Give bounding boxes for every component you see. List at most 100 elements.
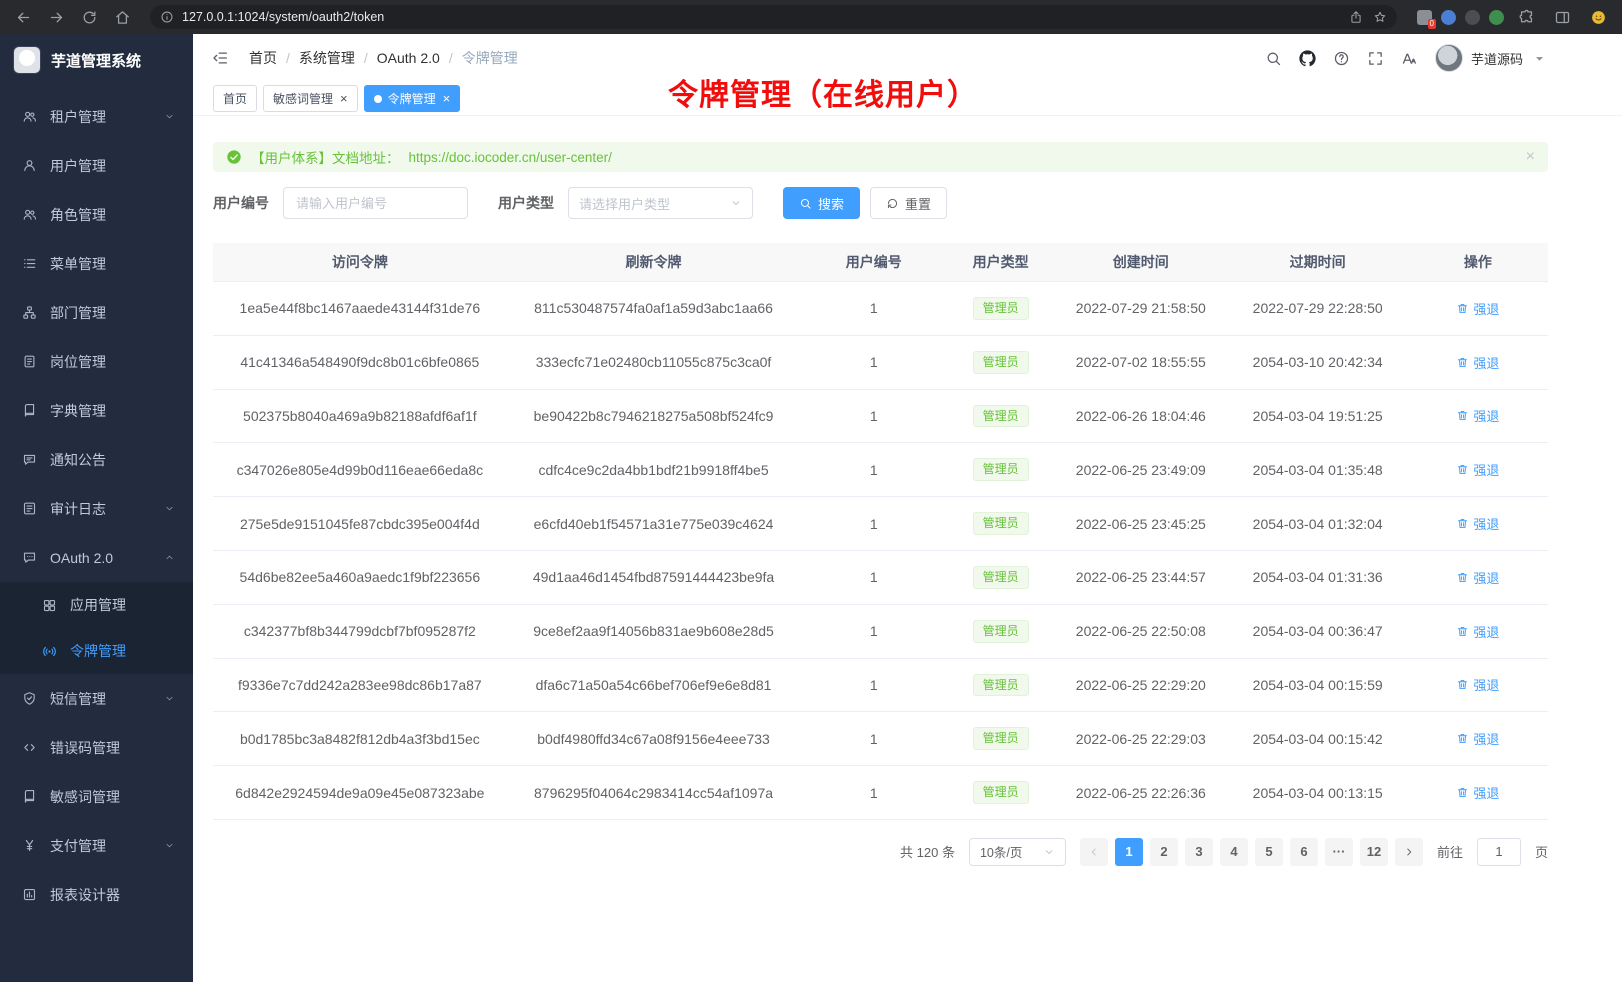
site-info-icon[interactable]: [160, 10, 174, 24]
sidebar-item-label: OAuth 2.0: [50, 550, 113, 566]
create-time-cell: 2022-06-25 22:26:36: [1054, 766, 1228, 820]
next-page-button[interactable]: [1395, 838, 1423, 866]
share-icon[interactable]: [1349, 10, 1363, 24]
force-logout-button[interactable]: 强退: [1456, 353, 1499, 372]
app-logo[interactable]: 芋道管理系统: [0, 34, 193, 86]
url-bar[interactable]: 127.0.0.1:1024/system/oauth2/token: [150, 5, 1397, 29]
extension-icon[interactable]: [1441, 10, 1456, 25]
extension-icon[interactable]: [1489, 10, 1504, 25]
sidebar-item-label: 角色管理: [50, 205, 106, 225]
breadcrumb-separator: /: [286, 50, 290, 66]
sidebar-item-role[interactable]: 角色管理: [0, 190, 193, 239]
user-menu[interactable]: 芋道源码: [1435, 44, 1548, 72]
sidebar-item-user[interactable]: 用户管理: [0, 141, 193, 190]
expire-time-cell: 2054-03-04 01:35:48: [1228, 443, 1408, 497]
sidebar-item-menu[interactable]: 菜单管理: [0, 239, 193, 288]
tab-oauth2-token[interactable]: 令牌管理×: [364, 85, 461, 112]
more-pages-button[interactable]: ···: [1325, 838, 1353, 866]
sidebar-item-error-code[interactable]: 错误码管理: [0, 723, 193, 772]
user-id-cell: 1: [800, 766, 947, 820]
search-icon[interactable]: [1265, 50, 1282, 67]
help-icon[interactable]: [1333, 50, 1350, 67]
breadcrumb-item[interactable]: 系统管理: [299, 48, 355, 68]
sidebar-item-audit-log[interactable]: 审计日志: [0, 484, 193, 533]
sidebar-collapse-button[interactable]: [211, 49, 229, 67]
prev-page-button[interactable]: [1080, 838, 1108, 866]
force-logout-button[interactable]: 强退: [1456, 675, 1499, 694]
table-row: 275e5de9151045fe87cbdc395e004f4de6cfd40e…: [213, 497, 1548, 551]
back-icon[interactable]: [15, 9, 32, 26]
page-button-1[interactable]: 1: [1115, 838, 1143, 866]
sidebar-item-pay[interactable]: 支付管理: [0, 821, 193, 870]
extensions-puzzle-icon[interactable]: [1518, 9, 1535, 26]
access-token-cell: 41c41346a548490f9dc8b01c6bfe0865: [213, 335, 507, 389]
user-type-cell: 管理员: [947, 497, 1054, 551]
search-button[interactable]: 搜索: [783, 187, 860, 219]
org-tree-icon: [22, 305, 37, 320]
sidebar-item-tenant[interactable]: 租户管理: [0, 92, 193, 141]
force-logout-button[interactable]: 强退: [1456, 460, 1499, 479]
tab-close-icon[interactable]: ×: [443, 92, 451, 105]
force-logout-label: 强退: [1473, 568, 1499, 587]
sidebar-item-label: 审计日志: [50, 499, 106, 519]
alert-doc-link[interactable]: https://doc.iocoder.cn/user-center/: [409, 150, 612, 165]
goto-page-input[interactable]: [1477, 838, 1521, 866]
page-button-3[interactable]: 3: [1185, 838, 1213, 866]
sidebar-item-dict[interactable]: 字典管理: [0, 386, 193, 435]
force-logout-button[interactable]: 强退: [1456, 406, 1499, 425]
user-type-select[interactable]: 请选择用户类型: [568, 187, 753, 219]
sidebar-item-post[interactable]: 岗位管理: [0, 337, 193, 386]
actions-cell: 强退: [1408, 389, 1548, 443]
font-size-icon[interactable]: [1401, 50, 1418, 67]
search-button-label: 搜索: [818, 194, 844, 213]
force-logout-button[interactable]: 强退: [1456, 514, 1499, 533]
refresh-token-cell: 333ecfc71e02480cb11055c875c3ca0f: [507, 335, 801, 389]
sidebar-item-oauth2-token[interactable]: 令牌管理: [0, 628, 193, 674]
delete-icon: [1456, 463, 1469, 476]
bookmark-star-icon[interactable]: [1373, 10, 1387, 24]
reload-icon[interactable]: [81, 9, 98, 26]
app-title: 芋道管理系统: [51, 50, 141, 71]
tab-sensitive-word[interactable]: 敏感词管理×: [263, 85, 358, 112]
forward-icon[interactable]: [48, 9, 65, 26]
page-button-12[interactable]: 12: [1360, 838, 1388, 866]
tab-home[interactable]: 首页: [213, 85, 257, 112]
app-icon: [42, 598, 57, 613]
actions-cell: 强退: [1408, 658, 1548, 712]
force-logout-button[interactable]: 强退: [1456, 299, 1499, 318]
breadcrumb-item[interactable]: 首页: [249, 48, 277, 68]
extension-icon[interactable]: [1465, 10, 1480, 25]
extensions-strip: 0: [1417, 9, 1612, 26]
page-button-6[interactable]: 6: [1290, 838, 1318, 866]
extension-icon[interactable]: 0: [1417, 10, 1432, 25]
sidebar-item-oauth2-app[interactable]: 应用管理: [0, 582, 193, 628]
page-button-2[interactable]: 2: [1150, 838, 1178, 866]
force-logout-button[interactable]: 强退: [1456, 568, 1499, 587]
sidebar-item-dept[interactable]: 部门管理: [0, 288, 193, 337]
page-button-4[interactable]: 4: [1220, 838, 1248, 866]
breadcrumb-item[interactable]: OAuth 2.0: [377, 50, 440, 66]
reset-button[interactable]: 重置: [870, 187, 947, 219]
sidebar-item-report[interactable]: 报表设计器: [0, 870, 193, 919]
user-type-tag: 管理员: [973, 512, 1029, 535]
tab-close-icon[interactable]: ×: [340, 92, 348, 105]
user-id-input[interactable]: [283, 187, 468, 219]
github-icon[interactable]: [1299, 50, 1316, 67]
sidebar-item-label: 菜单管理: [50, 254, 106, 274]
home-icon[interactable]: [114, 9, 131, 26]
sidebar-item-notice[interactable]: 通知公告: [0, 435, 193, 484]
sidebar-item-sensitive-word[interactable]: 敏感词管理: [0, 772, 193, 821]
sidebar-item-oauth2[interactable]: OAuth 2.0: [0, 533, 193, 582]
side-panel-icon[interactable]: [1554, 9, 1571, 26]
alert-close-icon[interactable]: ×: [1526, 148, 1535, 166]
page-button-5[interactable]: 5: [1255, 838, 1283, 866]
access-token-cell: c342377bf8b344799dcbf7bf095287f2: [213, 604, 507, 658]
page-size-select[interactable]: 10条/页: [969, 838, 1066, 866]
force-logout-button[interactable]: 强退: [1456, 783, 1499, 802]
force-logout-button[interactable]: 强退: [1456, 729, 1499, 748]
access-token-cell: 1ea5e44f8bc1467aaede43144f31de76: [213, 282, 507, 336]
fullscreen-icon[interactable]: [1367, 50, 1384, 67]
force-logout-button[interactable]: 强退: [1456, 622, 1499, 641]
browser-profile-avatar[interactable]: [1590, 9, 1607, 26]
sidebar-item-sms[interactable]: 短信管理: [0, 674, 193, 723]
